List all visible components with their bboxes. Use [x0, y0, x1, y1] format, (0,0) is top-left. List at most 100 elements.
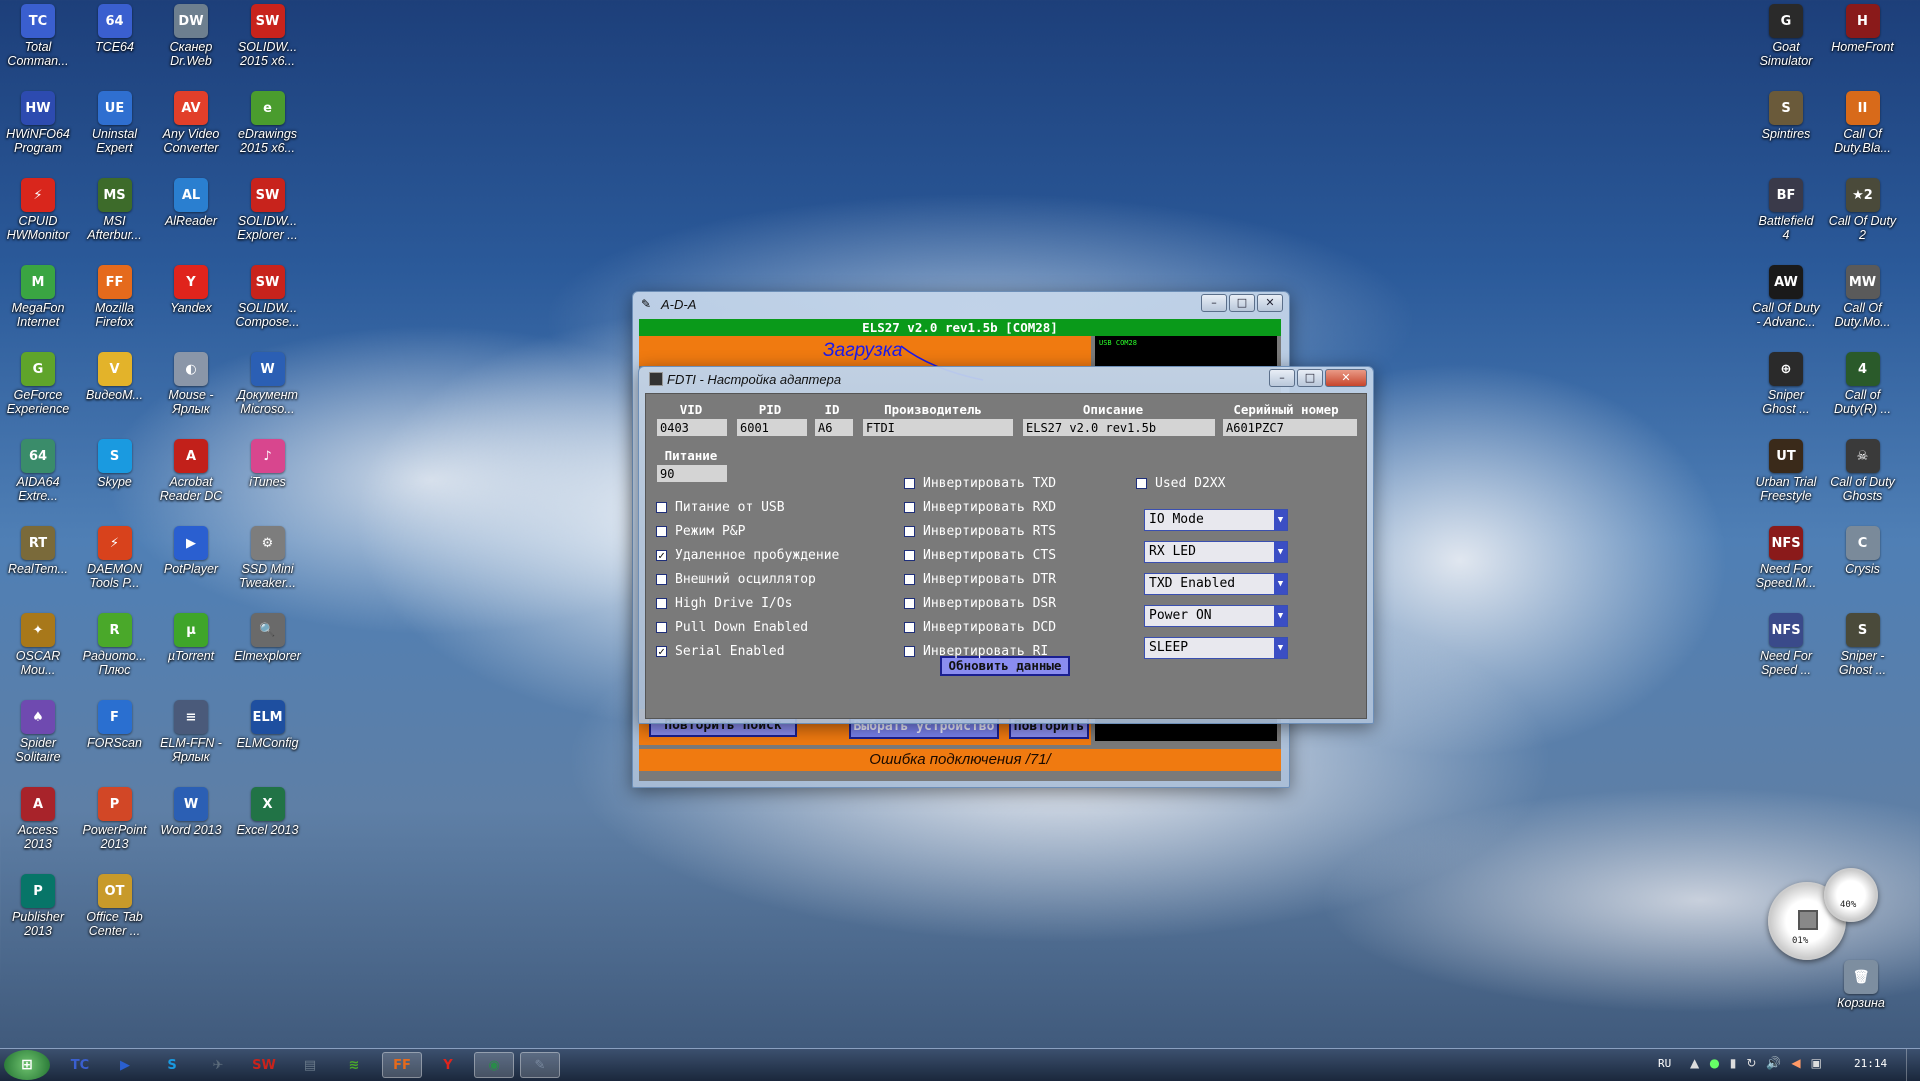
desktop-shortcut[interactable]: ⊕ Sniper Ghost ...: [1747, 352, 1825, 416]
ftdi-dialog[interactable]: FDTI - Настройка адаптера – □ ✕ VID PID …: [638, 366, 1374, 724]
desktop-shortcut[interactable]: AW Call Of Duty - Advanc...: [1747, 265, 1825, 329]
taskbar-button[interactable]: ✎: [520, 1052, 560, 1078]
taskbar-button[interactable]: SW: [244, 1052, 284, 1078]
desktop-shortcut[interactable]: 64 AIDA64 Extre...: [0, 439, 77, 503]
desktop-shortcut[interactable]: P Publisher 2013: [0, 874, 77, 938]
tray-update-icon[interactable]: ↻: [1746, 1056, 1756, 1070]
pid-field[interactable]: 6001: [736, 418, 808, 437]
desktop-shortcut[interactable]: M MegaFon Internet: [0, 265, 77, 329]
device-option-checkbox[interactable]: High Drive I/Os: [656, 596, 792, 611]
taskbar-button[interactable]: ▶: [105, 1052, 145, 1078]
description-field[interactable]: ELS27 v2.0 rev1.5b: [1022, 418, 1216, 437]
device-option-checkbox[interactable]: ✓ Serial Enabled: [656, 644, 785, 659]
maximize-button[interactable]: □: [1229, 294, 1255, 312]
ftdi-maximize-button[interactable]: □: [1297, 369, 1323, 387]
desktop-shortcut[interactable]: AV Any Video Converter: [152, 91, 230, 155]
tray-arrow-icon[interactable]: ▲: [1690, 1056, 1699, 1070]
vid-field[interactable]: 0403: [656, 418, 728, 437]
desktop-shortcut[interactable]: 64 TCE64: [76, 4, 154, 54]
invert-option-box[interactable]: [904, 550, 915, 561]
desktop-shortcut[interactable]: MW Call Of Duty.Mo...: [1824, 265, 1902, 329]
used-d2xx-box[interactable]: [1136, 478, 1147, 489]
device-option-box[interactable]: ✓: [656, 550, 667, 561]
desktop-shortcut[interactable]: HW HWiNFO64 Program: [0, 91, 77, 155]
desktop-shortcut[interactable]: P PowerPoint 2013: [76, 787, 154, 851]
desktop-shortcut[interactable]: A Acrobat Reader DC: [152, 439, 230, 503]
desktop-shortcut[interactable]: G Goat Simulator: [1747, 4, 1825, 68]
desktop-shortcut[interactable]: II Call Of Duty.Bla...: [1824, 91, 1902, 155]
desktop-shortcut[interactable]: RT RealTem...: [0, 526, 77, 576]
desktop-shortcut[interactable]: A Access 2013: [0, 787, 77, 851]
invert-option-box[interactable]: [904, 598, 915, 609]
desktop-shortcut[interactable]: BF Battlefield 4: [1747, 178, 1825, 242]
invert-option-checkbox[interactable]: Инвертировать RXD: [904, 500, 1056, 515]
ftdi-close-button[interactable]: ✕: [1325, 369, 1367, 387]
desktop-shortcut[interactable]: SW SOLIDW... Explorer ...: [229, 178, 307, 242]
desktop-shortcut[interactable]: W Word 2013: [152, 787, 230, 837]
cbus-select[interactable]: RX LED ▼: [1144, 541, 1288, 563]
desktop-shortcut[interactable]: ≡ ELM-FFN - Ярлык: [152, 700, 230, 764]
desktop-shortcut[interactable]: R Радиото... Плюс: [76, 613, 154, 677]
dropdown-arrow-icon[interactable]: ▼: [1274, 510, 1287, 530]
taskbar-button[interactable]: ◉: [474, 1052, 514, 1078]
device-option-box[interactable]: [656, 574, 667, 585]
ada-titlebar[interactable]: ✎ A-D-A – □ ✕: [633, 292, 1289, 316]
desktop-shortcut[interactable]: ELM ELMConfig: [229, 700, 307, 750]
dropdown-arrow-icon[interactable]: ▼: [1274, 574, 1287, 594]
taskbar-button[interactable]: ✈: [198, 1052, 238, 1078]
show-desktop-button[interactable]: [1906, 1049, 1920, 1081]
desktop-shortcut[interactable]: NFS Need For Speed ...: [1747, 613, 1825, 677]
taskbar-button[interactable]: Y: [428, 1052, 468, 1078]
desktop-shortcut[interactable]: e eDrawings 2015 x6...: [229, 91, 307, 155]
tray-network-icon[interactable]: ▮: [1730, 1056, 1737, 1070]
cbus-select[interactable]: SLEEP ▼: [1144, 637, 1288, 659]
cbus-select[interactable]: Power ON ▼: [1144, 605, 1288, 627]
ftdi-titlebar[interactable]: FDTI - Настройка адаптера – □ ✕: [639, 367, 1373, 391]
device-option-box[interactable]: ✓: [656, 646, 667, 657]
close-button[interactable]: ✕: [1257, 294, 1283, 312]
desktop-shortcut[interactable]: DW Сканер Dr.Web: [152, 4, 230, 68]
power-field[interactable]: 90: [656, 464, 728, 483]
minimize-button[interactable]: –: [1201, 294, 1227, 312]
desktop-shortcut[interactable]: 🔍 Elmexplorer: [229, 613, 307, 663]
taskbar-button[interactable]: S: [152, 1052, 192, 1078]
desktop-shortcut[interactable]: S Spintires: [1747, 91, 1825, 141]
invert-option-checkbox[interactable]: Инвертировать CTS: [904, 548, 1056, 563]
desktop-shortcut[interactable]: X Excel 2013: [229, 787, 307, 837]
recycle-bin[interactable]: 🗑 Корзина: [1822, 960, 1900, 1010]
invert-option-box[interactable]: [904, 622, 915, 633]
desktop-shortcut[interactable]: UT Urban Trial Freestyle: [1747, 439, 1825, 503]
serial-field[interactable]: A601PZC7: [1222, 418, 1358, 437]
used-d2xx-checkbox[interactable]: Used D2XX: [1136, 476, 1225, 491]
desktop-shortcut[interactable]: SW SOLIDW... 2015 x6...: [229, 4, 307, 68]
desktop-shortcut[interactable]: W Документ Microso...: [229, 352, 307, 416]
desktop-shortcut[interactable]: MS MSI Afterbur...: [76, 178, 154, 242]
desktop-shortcut[interactable]: Y Yandex: [152, 265, 230, 315]
invert-option-checkbox[interactable]: Инвертировать RTS: [904, 524, 1056, 539]
clock[interactable]: 21:14: [1854, 1057, 1887, 1070]
device-option-checkbox[interactable]: Внешний осциллятор: [656, 572, 816, 587]
desktop-shortcut[interactable]: ♠ Spider Solitaire: [0, 700, 77, 764]
taskbar-button[interactable]: FF: [382, 1052, 422, 1078]
invert-option-checkbox[interactable]: Инвертировать DCD: [904, 620, 1056, 635]
invert-option-checkbox[interactable]: Инвертировать DSR: [904, 596, 1056, 611]
desktop-shortcut[interactable]: ◐ Mouse - Ярлык: [152, 352, 230, 416]
dropdown-arrow-icon[interactable]: ▼: [1274, 606, 1287, 626]
desktop-shortcut[interactable]: ▶ PotPlayer: [152, 526, 230, 576]
desktop-shortcut[interactable]: ⚙ SSD Mini Tweaker...: [229, 526, 307, 590]
desktop-shortcut[interactable]: S Sniper - Ghost ...: [1824, 613, 1902, 677]
cpu-meter-gadget[interactable]: 01% 40%: [1768, 868, 1878, 960]
desktop-shortcut[interactable]: V ВидеоМ...: [76, 352, 154, 402]
dropdown-arrow-icon[interactable]: ▼: [1274, 542, 1287, 562]
manufacturer-field[interactable]: FTDI: [862, 418, 1014, 437]
cbus-select[interactable]: IO Mode ▼: [1144, 509, 1288, 531]
update-data-button[interactable]: Обновить данные: [940, 656, 1070, 676]
invert-option-box[interactable]: [904, 502, 915, 513]
invert-option-checkbox[interactable]: Инвертировать RI: [904, 644, 1048, 659]
tray-display-icon[interactable]: ▣: [1811, 1056, 1822, 1070]
taskbar-button[interactable]: ≋: [334, 1052, 374, 1078]
desktop-shortcut[interactable]: SW SOLIDW... Compose...: [229, 265, 307, 329]
taskbar-button[interactable]: ▤: [290, 1052, 330, 1078]
desktop-shortcut[interactable]: ♪ iTunes: [229, 439, 307, 489]
desktop-shortcut[interactable]: UE Uninstal Expert: [76, 91, 154, 155]
